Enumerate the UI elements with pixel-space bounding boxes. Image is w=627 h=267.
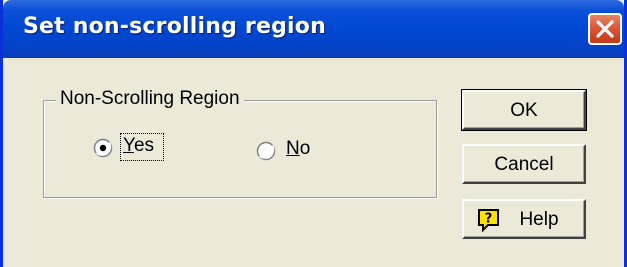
cancel-button-label: Cancel bbox=[494, 154, 554, 175]
close-icon bbox=[596, 20, 614, 38]
help-button-label: Help bbox=[519, 209, 559, 230]
dialog-window: Set non-scrolling region Non-Scrolling R… bbox=[0, 0, 627, 267]
radio-no[interactable] bbox=[256, 141, 276, 161]
ok-button[interactable]: OK bbox=[461, 89, 587, 131]
cancel-button[interactable]: Cancel bbox=[462, 144, 586, 184]
title-bar[interactable]: Set non-scrolling region bbox=[3, 0, 624, 58]
svg-text:?: ? bbox=[485, 212, 493, 227]
ok-button-label: OK bbox=[510, 100, 538, 121]
radio-no-label[interactable]: No bbox=[286, 138, 310, 160]
group-label: Non-Scrolling Region bbox=[56, 88, 244, 110]
close-button[interactable] bbox=[588, 13, 622, 45]
radio-yes[interactable] bbox=[93, 138, 113, 158]
dialog-body: Non-Scrolling Region Yes No OK Cancel ? bbox=[3, 58, 624, 267]
radio-yes-dot bbox=[99, 144, 107, 152]
window-title: Set non-scrolling region bbox=[23, 14, 326, 39]
help-button[interactable]: ? Help bbox=[462, 199, 586, 239]
radio-yes-label[interactable]: Yes bbox=[123, 135, 154, 157]
